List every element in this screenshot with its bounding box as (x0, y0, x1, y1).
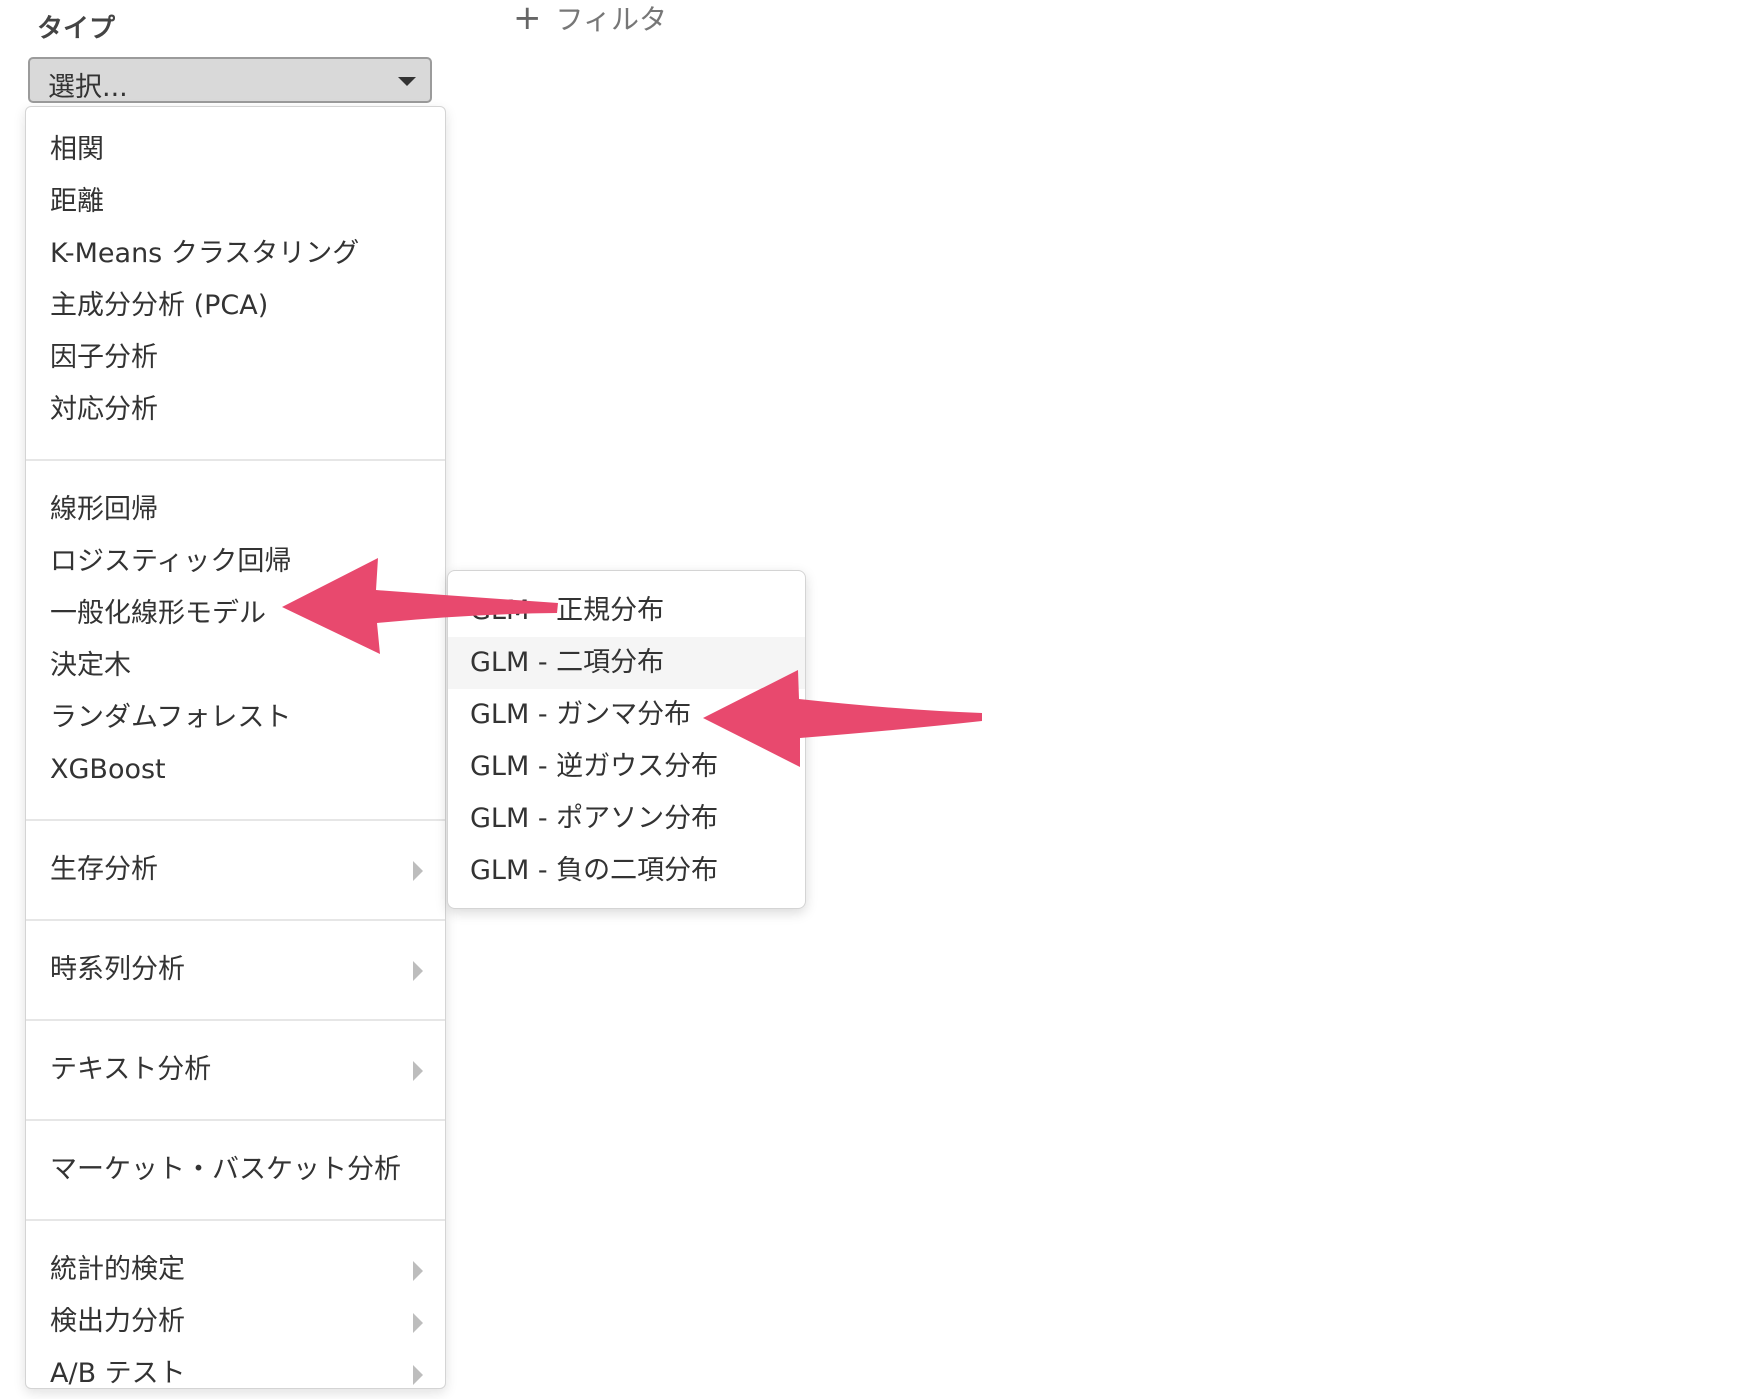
menu-item[interactable]: 一般化線形モデル (26, 589, 445, 639)
chevron-right-icon (413, 1061, 423, 1081)
menu-item[interactable]: 対応分析 (26, 385, 445, 435)
type-dropdown-menu: 相関距離 K-Means クラスタリング 主成分分析 (PCA) 因子分析対応分析線形… (25, 106, 446, 1389)
add-filter-button[interactable]: + フィルタ (513, 0, 667, 36)
menu-item-label: 主成分分析 (PCA) (50, 290, 269, 321)
menu-item[interactable]: 距離 (26, 177, 445, 227)
menu-item-label: テキスト分析 (50, 1054, 212, 1085)
menu-item-label: 対応分析 (50, 394, 158, 425)
menu-item[interactable]: XGBoost (26, 745, 445, 795)
menu-item-label: ランダムフォレスト (50, 702, 292, 733)
menu-item[interactable]: 生存分析 (26, 845, 445, 895)
menu-item-label: 時系列分析 (50, 954, 185, 985)
menu-item-label: 距離 (50, 186, 104, 217)
menu-item[interactable]: マーケット・バスケット分析 (26, 1145, 445, 1195)
menu-item[interactable]: A/B テスト (26, 1349, 445, 1399)
menu-item-label: 統計的検定 (50, 1254, 185, 1285)
submenu-item[interactable]: GLM - 負の二項分布 (448, 845, 805, 897)
menu-divider (26, 919, 445, 921)
type-select[interactable]: 選択... (28, 57, 432, 103)
menu-divider (26, 459, 445, 461)
menu-item-label: 一般化線形モデル (50, 598, 266, 629)
menu-item-label: 生存分析 (50, 854, 158, 885)
menu-item[interactable]: 主成分分析 (PCA) (26, 281, 445, 331)
submenu-item[interactable]: GLM - ポアソン分布 (448, 793, 805, 845)
menu-item[interactable]: 因子分析 (26, 333, 445, 383)
submenu-item[interactable]: GLM - 正規分布 (448, 585, 805, 637)
menu-divider (26, 819, 445, 821)
menu-item[interactable]: 決定木 (26, 641, 445, 691)
menu-item-label: 決定木 (50, 650, 131, 681)
menu-divider (26, 1219, 445, 1221)
menu-item-label: A/B テスト (50, 1358, 186, 1389)
menu-item[interactable]: テキスト分析 (26, 1045, 445, 1095)
chevron-right-icon (413, 861, 423, 881)
glm-submenu: GLM - 正規分布 GLM - 二項分布 GLM - ガンマ分布 GLM - 逆ガウ… (447, 570, 806, 909)
chevron-right-icon (413, 1313, 423, 1333)
chevron-right-icon (413, 1261, 423, 1281)
menu-item[interactable]: ロジスティック回帰 (26, 537, 445, 587)
menu-item[interactable]: 線形回帰 (26, 485, 445, 535)
menu-item[interactable]: K-Means クラスタリング (26, 229, 445, 279)
plus-icon: + (513, 0, 542, 38)
type-select-value: 選択... (48, 72, 128, 103)
submenu-item[interactable]: GLM - 二項分布 (448, 637, 805, 689)
menu-item-label: 因子分析 (50, 342, 158, 373)
menu-item[interactable]: 検出力分析 (26, 1297, 445, 1347)
menu-divider (26, 1019, 445, 1021)
menu-item-label: マーケット・バスケット分析 (50, 1154, 401, 1185)
menu-item[interactable]: ランダムフォレスト (26, 693, 445, 743)
menu-item-label: 線形回帰 (50, 494, 158, 525)
menu-item-label: 相関 (50, 134, 104, 165)
menu-divider (26, 1119, 445, 1121)
menu-item-label: 検出力分析 (50, 1306, 185, 1337)
menu-item[interactable]: 時系列分析 (26, 945, 445, 995)
submenu-item[interactable]: GLM - ガンマ分布 (448, 689, 805, 741)
menu-item[interactable]: 統計的検定 (26, 1245, 445, 1295)
menu-item[interactable]: 相関 (26, 125, 445, 175)
add-filter-label: フィルタ (555, 3, 667, 36)
submenu-item[interactable]: GLM - 逆ガウス分布 (448, 741, 805, 793)
menu-item-label: K-Means クラスタリング (50, 238, 360, 269)
menu-item-label: XGBoost (50, 754, 166, 785)
chevron-right-icon (413, 1365, 423, 1385)
type-label: タイプ (37, 14, 116, 44)
menu-item-label: ロジスティック回帰 (50, 546, 292, 577)
chevron-right-icon (413, 961, 423, 981)
caret-down-icon (398, 77, 416, 86)
